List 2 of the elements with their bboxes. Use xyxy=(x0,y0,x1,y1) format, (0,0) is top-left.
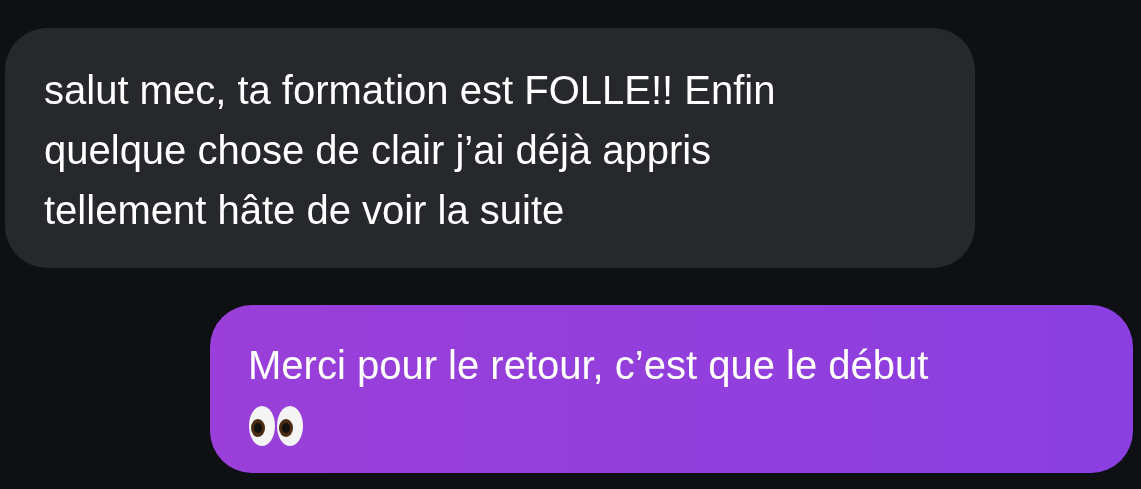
message-text: Merci pour le retour, c’est que le début xyxy=(248,342,930,389)
message-text: salut mec, ta formation est FOLLE!! Enfin quelque chose de clair j’ai déjà appris tellement hâte de voir la suite xyxy=(44,67,777,234)
